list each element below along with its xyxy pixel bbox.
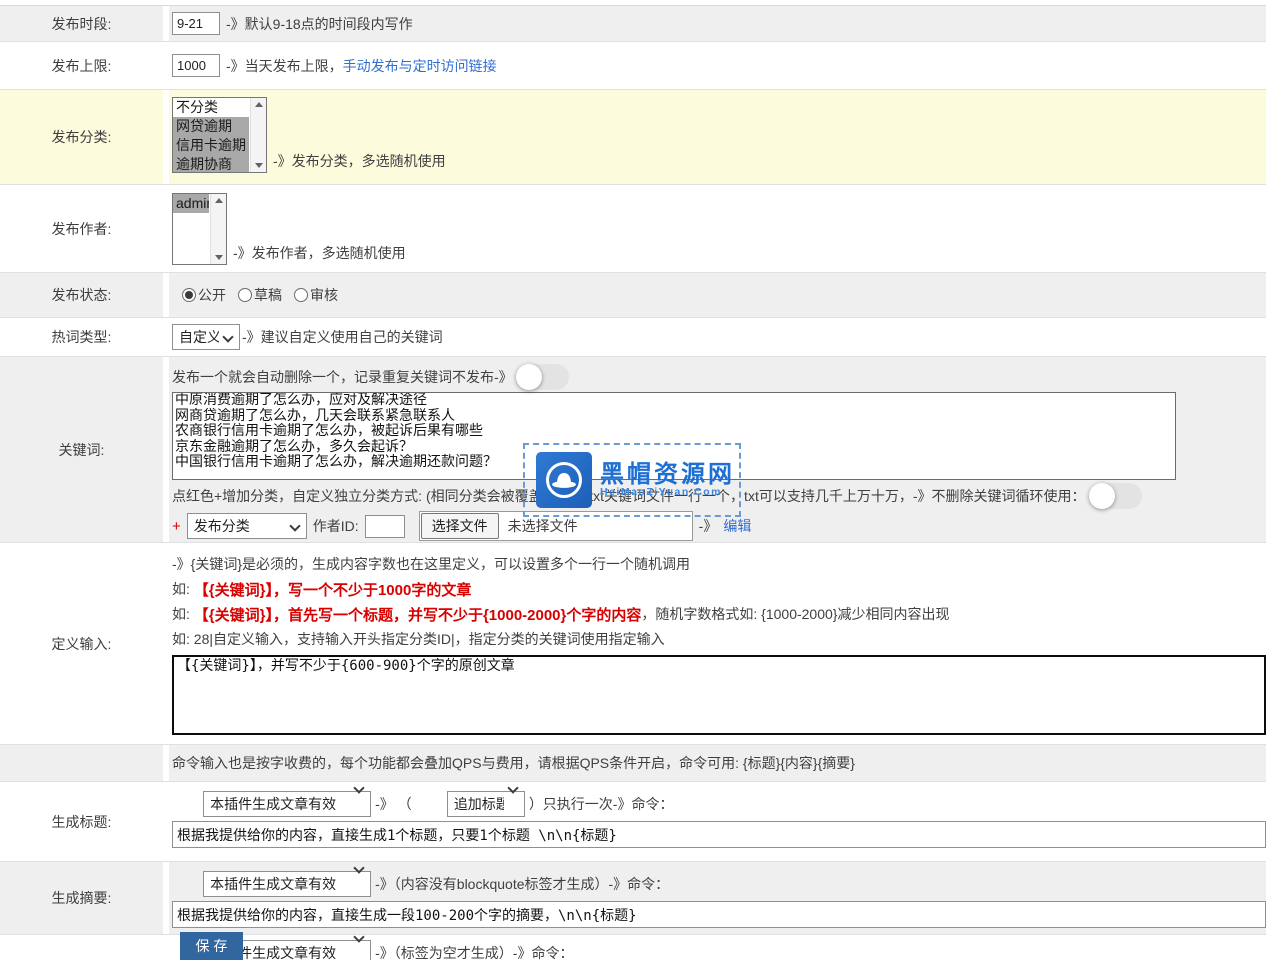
manual-publish-link[interactable]: 手动发布与定时访问链接 bbox=[343, 56, 497, 76]
scroll-up-icon[interactable] bbox=[255, 102, 263, 107]
keyword-file-input[interactable]: 选择文件 未选择文件 bbox=[419, 511, 693, 541]
save-button[interactable]: 保 存 bbox=[180, 932, 243, 960]
row-publish-time: 发布时段: -》默认9-18点的时间段内写作 bbox=[0, 6, 1266, 42]
hotword-type-desc: -》建议自定义使用自己的关键词 bbox=[242, 327, 443, 347]
add-category-button[interactable]: + bbox=[172, 518, 181, 535]
publish-time-input[interactable] bbox=[172, 12, 220, 35]
example-prefix: 如: bbox=[172, 629, 194, 649]
title-after-text: ）只执行一次-》命令： bbox=[529, 794, 674, 814]
publish-author-desc: -》发布作者，多选随机使用 bbox=[233, 243, 406, 263]
radio-icon[interactable] bbox=[238, 288, 252, 302]
row-generate-summary: 生成摘要: 本插件生成文章有效 -》（内容没有blockquote标签才生成）-… bbox=[0, 862, 1266, 935]
keywords-label: 关键词: bbox=[0, 357, 163, 542]
dedupe-toggle[interactable] bbox=[517, 364, 569, 390]
row-keywords: 关键词: 发布一个就会自动删除一个，记录重复关键词不发布-》 中原消费逾期了怎么… bbox=[0, 357, 1266, 543]
example3-text: 28|自定义输入，支持输入开头指定分类ID|，指定分类的关键词使用指定输入 bbox=[194, 629, 665, 649]
publish-category-listbox[interactable]: 不分类 网贷逾期 信用卡逾期 逾期协商 bbox=[172, 97, 267, 173]
author-id-label: 作者ID: bbox=[313, 516, 359, 536]
author-option[interactable]: admin bbox=[173, 194, 209, 213]
define-input-line1: -》{关键词}是必须的，生成内容字数也在这里定义，可以设置多个一行一个随机调用 bbox=[172, 553, 1266, 575]
example2-red: 【{关键词}】，首先写一个标题，并写不少于{1000-2000}个字的内容 bbox=[194, 604, 642, 625]
radio-review[interactable]: 审核 bbox=[294, 285, 338, 305]
example-prefix: 如: bbox=[172, 579, 194, 599]
row-publish-limit: 发布上限: -》当天发布上限， 手动发布与定时访问链接 bbox=[0, 42, 1266, 90]
row-publish-author: 发布作者: admin -》发布作者，多选随机使用 bbox=[0, 185, 1266, 273]
summary-desc: -》（内容没有blockquote标签才生成）-》命令： bbox=[375, 874, 669, 894]
hotword-type-label: 热词类型: bbox=[0, 318, 163, 356]
define-input-textarea[interactable]: 【{关键词}】，并写不少于{600-900}个字的原创文章 bbox=[172, 655, 1266, 735]
radio-draft[interactable]: 草稿 bbox=[238, 285, 282, 305]
row-generate-title: 生成标题: 本插件生成文章有效 -》 （ 追加标题 ）只执行一次-》命令： bbox=[0, 782, 1266, 862]
category-option[interactable]: 逾期协商 bbox=[173, 155, 249, 173]
publish-time-desc: -》默认9-18点的时间段内写作 bbox=[226, 14, 413, 34]
toggle-knob bbox=[1089, 483, 1115, 509]
scroll-up-icon[interactable] bbox=[215, 198, 223, 203]
define-input-label: 定义输入: bbox=[0, 543, 163, 744]
keywords-note-text: 点红色+增加分类，自定义独立分类方式: (相同分类会被覆盖)，支持txt关键词文… bbox=[172, 486, 1086, 506]
publish-status-label: 发布状态: bbox=[0, 273, 163, 317]
keyword-category-select[interactable]: 发布分类 bbox=[187, 513, 307, 539]
publish-category-label: 发布分类: bbox=[0, 90, 163, 184]
listbox-scrollbar[interactable] bbox=[250, 98, 266, 172]
dedupe-toggle-text: 发布一个就会自动删除一个，记录重复关键词不发布-》 bbox=[172, 367, 513, 387]
choose-file-button[interactable]: 选择文件 bbox=[421, 513, 499, 539]
publish-limit-label: 发布上限: bbox=[0, 42, 163, 89]
publish-limit-input[interactable] bbox=[172, 54, 220, 77]
title-pre-text: -》 （ bbox=[375, 794, 412, 814]
title-mode-select[interactable]: 本插件生成文章有效 bbox=[203, 791, 371, 817]
radio-icon[interactable] bbox=[182, 288, 196, 302]
category-option[interactable]: 网贷逾期 bbox=[173, 117, 249, 136]
hotword-type-select[interactable]: 自定义 bbox=[172, 324, 240, 350]
loop-toggle[interactable] bbox=[1090, 483, 1142, 509]
category-option[interactable]: 信用卡逾期 bbox=[173, 136, 249, 155]
edit-arrow: -》 bbox=[699, 516, 718, 536]
publish-category-desc: -》发布分类，多选随机使用 bbox=[273, 151, 446, 171]
qps-note-text: 命令输入也是按字收费的，每个功能都会叠加QPS与费用，请根据QPS条件开启，命令… bbox=[172, 753, 855, 773]
toggle-knob bbox=[516, 364, 542, 390]
publish-time-label: 发布时段: bbox=[0, 6, 163, 41]
publish-author-label: 发布作者: bbox=[0, 185, 163, 272]
author-id-input[interactable] bbox=[365, 515, 405, 538]
radio-public[interactable]: 公开 bbox=[182, 285, 226, 305]
row-hotword-type: 热词类型: 自定义 -》建议自定义使用自己的关键词 bbox=[0, 318, 1266, 357]
example1-red: 【{关键词}】，写一个不少于1000字的文章 bbox=[194, 579, 472, 600]
tags-desc: -》（标签为空才生成）-》命令： bbox=[375, 943, 573, 960]
title-append-select[interactable]: 追加标题 bbox=[447, 791, 525, 817]
row-publish-category: 发布分类: 不分类 网贷逾期 信用卡逾期 逾期协商 -》发布分类，多选随机使用 bbox=[0, 90, 1266, 185]
scroll-down-icon[interactable] bbox=[255, 163, 263, 168]
radio-icon[interactable] bbox=[294, 288, 308, 302]
file-status-text: 未选择文件 bbox=[500, 516, 578, 536]
publish-author-listbox[interactable]: admin bbox=[172, 193, 227, 265]
keywords-textarea[interactable]: 中原消费逾期了怎么办，应对及解决途径 网商贷逾期了怎么办，几天会联系紧急联系人 … bbox=[172, 392, 1176, 480]
row-publish-status: 发布状态: 公开 草稿 审核 bbox=[0, 273, 1266, 318]
summary-mode-select[interactable]: 本插件生成文章有效 bbox=[203, 871, 371, 897]
example-prefix: 如: bbox=[172, 604, 194, 624]
scroll-down-icon[interactable] bbox=[215, 255, 223, 260]
listbox-scrollbar[interactable] bbox=[210, 194, 226, 264]
row-define-input: 定义输入: -》{关键词}是必须的，生成内容字数也在这里定义，可以设置多个一行一… bbox=[0, 543, 1266, 745]
edit-link[interactable]: 编辑 bbox=[723, 516, 751, 536]
generate-summary-label: 生成摘要: bbox=[0, 862, 163, 934]
example2-rest: ，随机字数格式如: {1000-2000}减少相同内容出现 bbox=[641, 604, 949, 624]
category-option[interactable]: 不分类 bbox=[173, 98, 249, 117]
publish-limit-desc: -》当天发布上限， bbox=[226, 56, 343, 76]
generate-title-label: 生成标题: bbox=[0, 782, 163, 861]
